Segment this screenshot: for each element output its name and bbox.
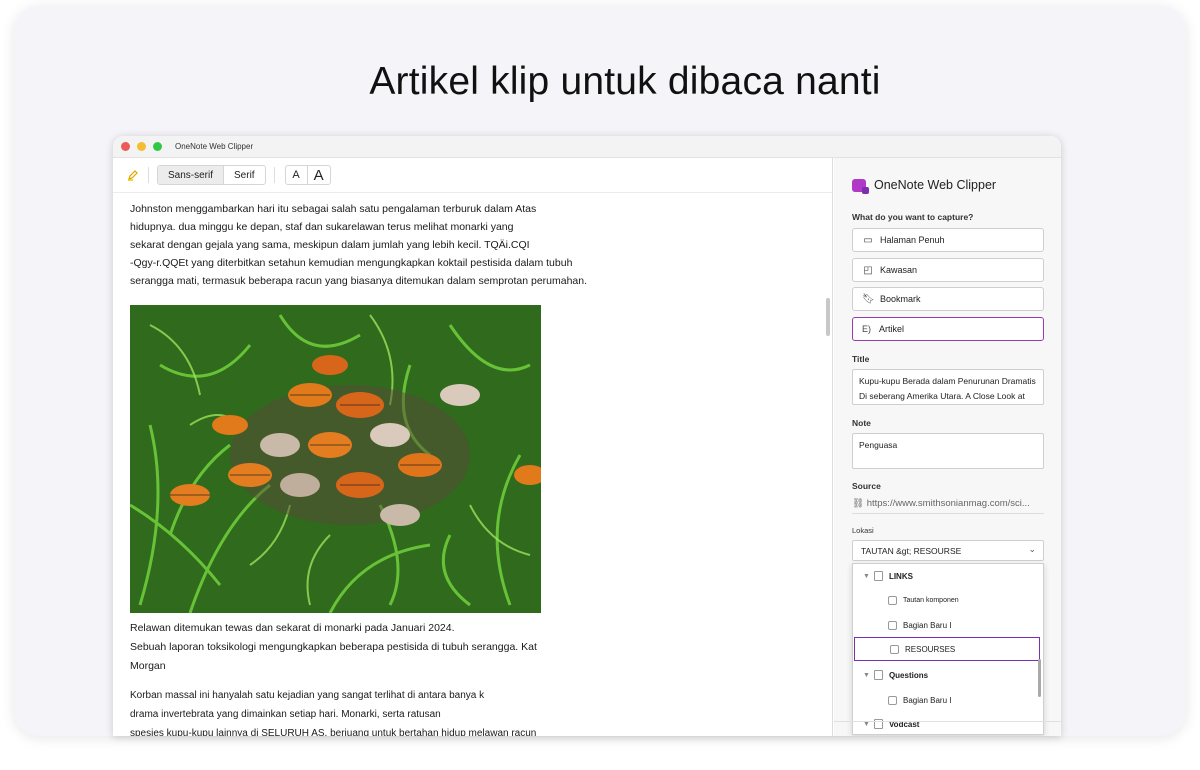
clipper-brand: OneNote Web Clipper [852,178,997,194]
decrease-font-button[interactable]: A [286,166,308,184]
window-title: OneNote Web Clipper [175,142,254,151]
article-line: drama invertebrata yang dimainkan setiap… [130,709,441,720]
tree-label: Bagian Baru I [903,695,952,705]
highlighter-pen-icon[interactable] [126,168,140,182]
bookmark-option[interactable]: 🔖︎ Bookmark [852,287,1044,311]
note-label: Note [852,418,871,428]
location-select[interactable]: TAUTAN &gt; RESOURSE ⌄ [852,540,1044,561]
article-icon: E) [862,324,871,334]
source-divider [852,513,1044,514]
bookmark-icon: 🔖︎ [862,293,875,305]
clipper-window: OneNote Web Clipper Sans-serif Serif A A… [113,136,1061,736]
window-titlebar: OneNote Web Clipper [113,136,1061,158]
dropdown-scrollbar[interactable] [1038,659,1041,697]
section-icon [873,670,883,680]
location-value: TAUTAN &gt; RESOURSE [861,545,962,556]
tree-page[interactable]: Bagian Baru I [853,688,1035,712]
font-toggle: Sans-serif Serif [157,165,266,185]
article-intro: Johnston menggambarkan hari itu sebagai … [130,200,690,290]
link-icon: ⛓︎ [852,498,867,509]
photo-caption: Relawan ditemukan tewas dan sekarat di m… [130,619,690,676]
tree-label: RESOURSES [905,644,956,654]
article-preview: Sans-serif Serif A A Johnston menggambar… [113,158,833,736]
article-scrollbar[interactable] [826,298,830,336]
source-text: https://www.smithsonianmag.com/sci... [866,498,1030,509]
serif-button[interactable]: Serif [224,166,265,184]
article-line: Korban massal ini hanyalah satu kejadian… [130,690,485,701]
sans-serif-button[interactable]: Sans-serif [158,166,225,184]
option-label: Bookmark [880,294,921,304]
page-icon [890,644,899,654]
option-label: Artikel [879,324,905,334]
page-icon [888,595,897,605]
article-line: hidupnya. dua minggu ke depan, staf dan … [130,221,514,233]
page-headline: Artikel klip untuk dibaca nanti [369,60,881,103]
option-label: Halaman Penuh [880,235,945,245]
expand-arrow-icon: ▼ [863,671,870,679]
region-icon: ◰ [863,264,873,276]
onenote-logo-icon [852,178,869,194]
article-line: -Qgy-r.QQEt yang diterbitkan setahun kem… [130,257,573,269]
close-window-button[interactable] [121,142,130,151]
option-label: Kawasan [880,265,918,275]
font-size-controls: A A [284,165,331,185]
source-label: Source [852,481,881,491]
title-field[interactable]: Kupu-kupu Berada dalam Penurunan Dramati… [852,369,1044,405]
article-option[interactable]: E) Artikel [852,317,1044,341]
full-page-icon: ▭ [863,234,873,246]
caption-line: Morgan [130,660,166,672]
tree-page-selected[interactable]: RESOURSES [854,637,1040,661]
note-text: Penguasa [859,440,898,450]
tree-label: Questions [888,670,929,680]
tree-label: LINKS [888,571,913,581]
brand-title: OneNote Web Clipper [874,178,997,192]
location-dropdown: ▼ LINKS Tautan komponen Bagian Baru I RES… [852,563,1044,735]
capture-label: What do you want to capture? [852,212,974,222]
page-icon [888,620,897,630]
note-field[interactable]: Penguasa [852,433,1044,469]
title-label: Title [852,354,870,364]
tree-section-questions[interactable]: ▼ Questions [853,663,1035,687]
article-line: serangga mati, termasuk beberapa racun y… [130,275,588,287]
page-icon [888,695,897,705]
article-line: spesies kupu-kupu lainnya di SELURUH AS,… [130,728,537,736]
monarch-butterflies-photo [130,305,541,613]
reader-toolbar: Sans-serif Serif A A [113,158,832,193]
tree-section-vodcast[interactable]: ▼ Vodcast [853,712,1035,734]
minimize-window-button[interactable] [137,142,146,151]
tree-label: Tautan komponen [903,596,959,604]
title-line: Kupu-kupu Berada dalam Penurunan Dramati… [859,376,1036,386]
caption-line: Sebuah laporan toksikologi mengungkapkan… [130,641,537,653]
full-page-option[interactable]: ▭ Halaman Penuh [852,228,1044,252]
toolbar-divider [148,167,149,183]
expand-arrow-icon: ▼ [863,572,870,580]
article-paragraph: Korban massal ini hanyalah satu kejadian… [130,686,690,736]
section-icon [873,571,883,581]
location-label: Lokasi [852,526,874,535]
tree-section-links[interactable]: ▼ LINKS [853,564,1035,588]
article-line: sekarat dengan gejala yang sama, meskipu… [130,239,530,251]
increase-font-button[interactable]: A [308,166,330,184]
title-line: Di seberang Amerika Utara. A Close Look … [859,391,1025,401]
clipper-panel: OneNote Web Clipper What do you want to … [834,158,1061,736]
tree-label: Bagian Baru I [903,620,952,630]
region-option[interactable]: ◰ Kawasan [852,258,1044,282]
tree-page[interactable]: Tautan komponen [853,588,1035,612]
article-line: Johnston menggambarkan hari itu sebagai … [130,203,537,215]
source-url[interactable]: ⛓︎ https://www.smithsonianmag.com/sci... [852,498,1044,509]
tree-page[interactable]: Bagian Baru I [853,613,1035,637]
caption-line: Relawan ditemukan tewas dan sekarat di m… [130,622,455,634]
panel-footer-divider [834,721,1061,722]
toolbar-divider [273,167,275,183]
maximize-window-button[interactable] [153,142,162,151]
chevron-down-icon: ⌄ [1028,544,1036,554]
